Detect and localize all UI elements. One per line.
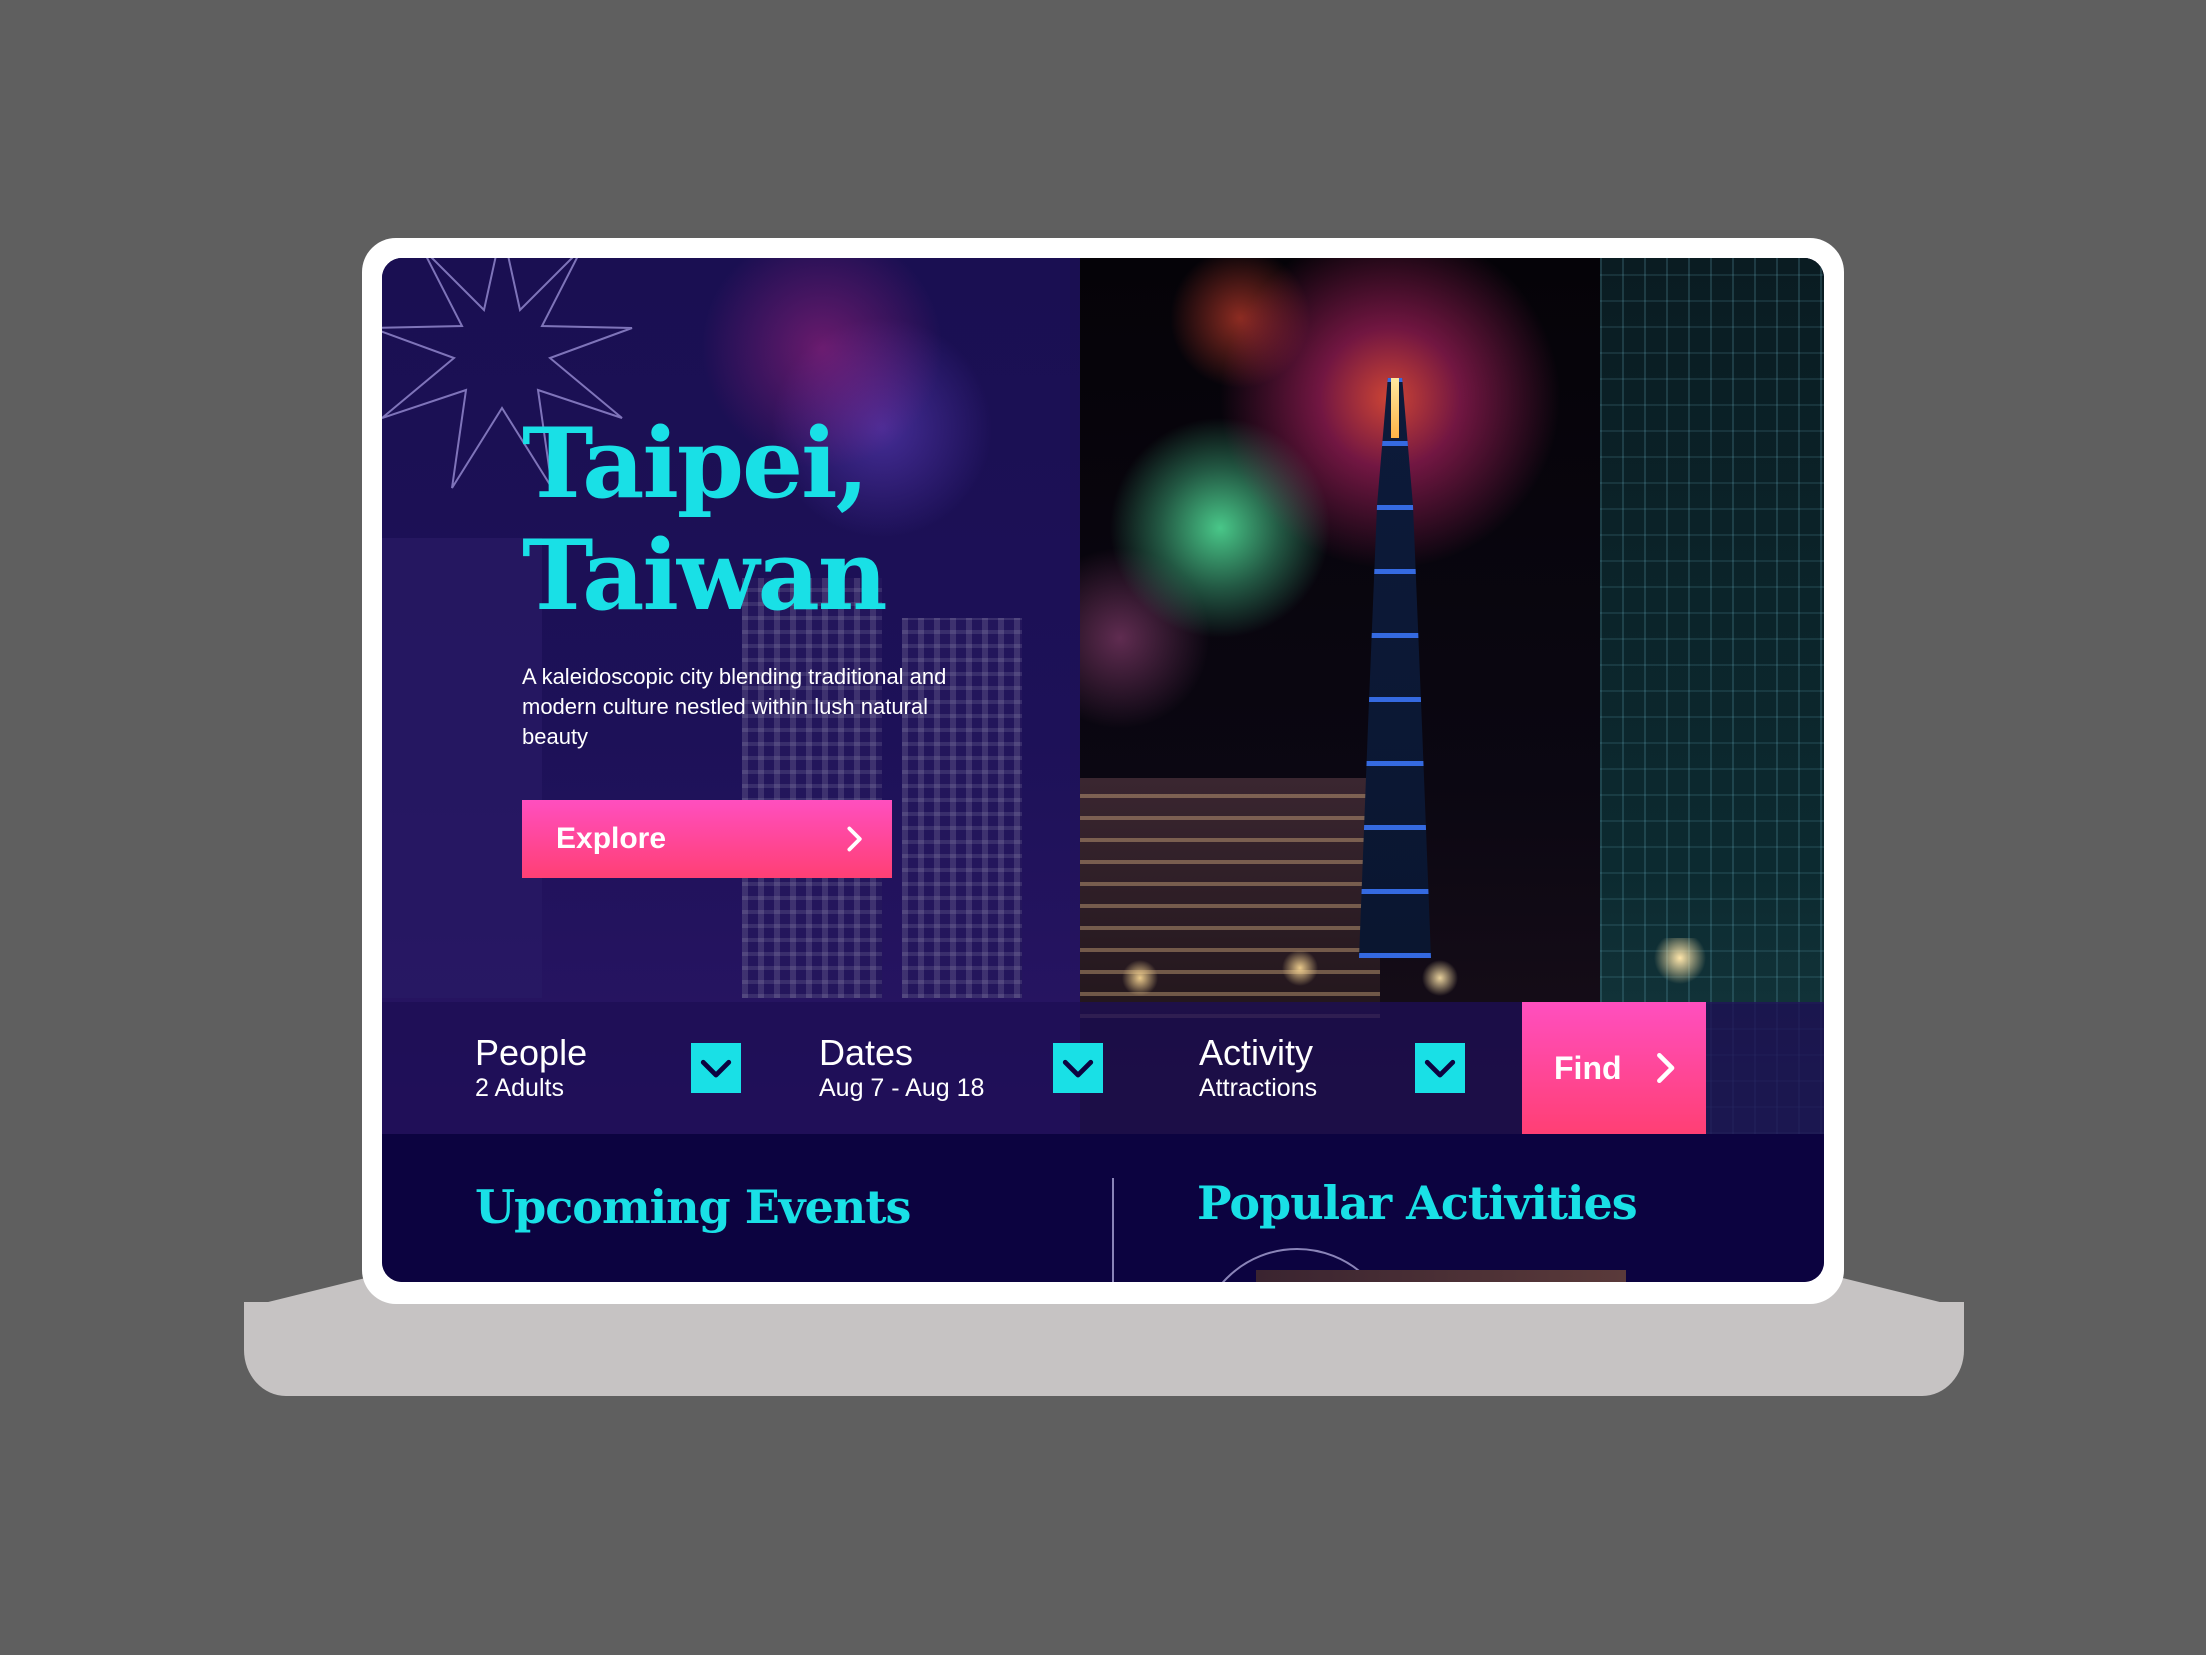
dates-value: Aug 7 - Aug 18	[819, 1074, 985, 1102]
activity-field[interactable]: Activity Attractions	[1199, 1002, 1317, 1134]
activity-label: Activity	[1199, 1032, 1314, 1073]
find-button-label: Find	[1554, 1049, 1622, 1086]
chevron-down-icon	[700, 1059, 732, 1078]
find-button[interactable]: Find	[1522, 1002, 1706, 1134]
hero-banner: Taipei, Taiwan A kaleidoscopic city blen…	[382, 258, 1824, 1134]
taipei-101-tower	[1359, 378, 1431, 958]
dates-field[interactable]: Dates Aug 7 - Aug 18	[819, 1002, 984, 1134]
explore-button-label: Explore	[556, 822, 667, 855]
popular-activities-heading: Popular Activities	[1197, 1176, 1638, 1230]
chevron-right-icon	[847, 826, 862, 852]
explore-button[interactable]: Explore	[522, 800, 892, 878]
hero-tagline: A kaleidoscopic city blending traditiona…	[522, 664, 947, 749]
upcoming-events-heading: Upcoming Events	[475, 1180, 911, 1234]
building-silhouette	[382, 538, 542, 998]
chevron-right-icon	[1657, 1052, 1675, 1084]
tower-spire	[1391, 378, 1399, 438]
chevron-down-icon	[1062, 1059, 1094, 1078]
dates-label: Dates	[819, 1032, 914, 1073]
section-divider	[1112, 1178, 1114, 1282]
activity-thumbnail[interactable]	[1256, 1270, 1626, 1282]
laptop-screen: Taipei, Taiwan A kaleidoscopic city blen…	[382, 258, 1824, 1282]
laptop-base	[244, 1302, 1964, 1396]
building-silhouette	[742, 578, 882, 998]
chevron-down-icon	[1424, 1059, 1456, 1078]
dates-dropdown-toggle[interactable]	[1053, 1043, 1103, 1093]
activity-value: Attractions	[1199, 1074, 1318, 1102]
people-dropdown-toggle[interactable]	[691, 1043, 741, 1093]
activity-dropdown-toggle[interactable]	[1415, 1043, 1465, 1093]
people-value: 2 Adults	[475, 1074, 564, 1102]
people-field[interactable]: People 2 Adults	[475, 1002, 587, 1134]
people-label: People	[475, 1032, 588, 1073]
title-line-city: Taipei,	[522, 407, 869, 520]
title-line-country: Taiwan	[522, 519, 888, 632]
page-title: Taipei, Taiwan	[522, 407, 888, 632]
